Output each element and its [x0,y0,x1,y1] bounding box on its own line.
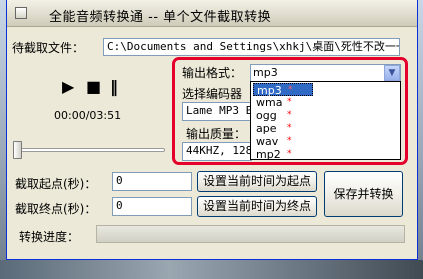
play-button[interactable]: ▶ [62,79,74,95]
pause-button[interactable]: ‖ [110,79,118,95]
set-end-button[interactable]: 设置当前时间为终点 [197,196,317,217]
end-point-label: 截取终点(秒)： [15,202,97,216]
highlight-annotation [172,57,408,165]
window-title: 全能音频转换通 -- 单个文件截取转换 [49,10,272,25]
source-file-field[interactable]: C:\Documents and Settings\xhkj\桌面\死性不改一一… [103,38,400,56]
set-start-button[interactable]: 设置当前时间为起点 [197,171,317,192]
title-bar[interactable]: 全能音频转换通 -- 单个文件截取转换 [7,0,417,27]
end-point-input[interactable]: 0 [112,197,192,216]
position-slider-track[interactable] [13,148,165,152]
playback-time: 00:00/03:51 [54,109,122,122]
conversion-progress-bar [96,225,405,243]
position-slider-thumb[interactable] [13,141,22,159]
desktop-background [0,260,423,279]
start-point-label: 截取起点(秒)： [15,177,97,191]
source-file-label: 待截取文件： [12,41,85,55]
stop-button[interactable]: ■ [86,79,101,95]
progress-label: 转换进度： [19,230,80,244]
window-menu-icon[interactable] [15,7,27,19]
start-point-input[interactable]: 0 [112,172,192,191]
dialog-window: 全能音频转换通 -- 单个文件截取转换 待截取文件： C:\Documents … [6,0,418,260]
save-and-convert-button[interactable]: 保存并转换 [324,171,403,217]
